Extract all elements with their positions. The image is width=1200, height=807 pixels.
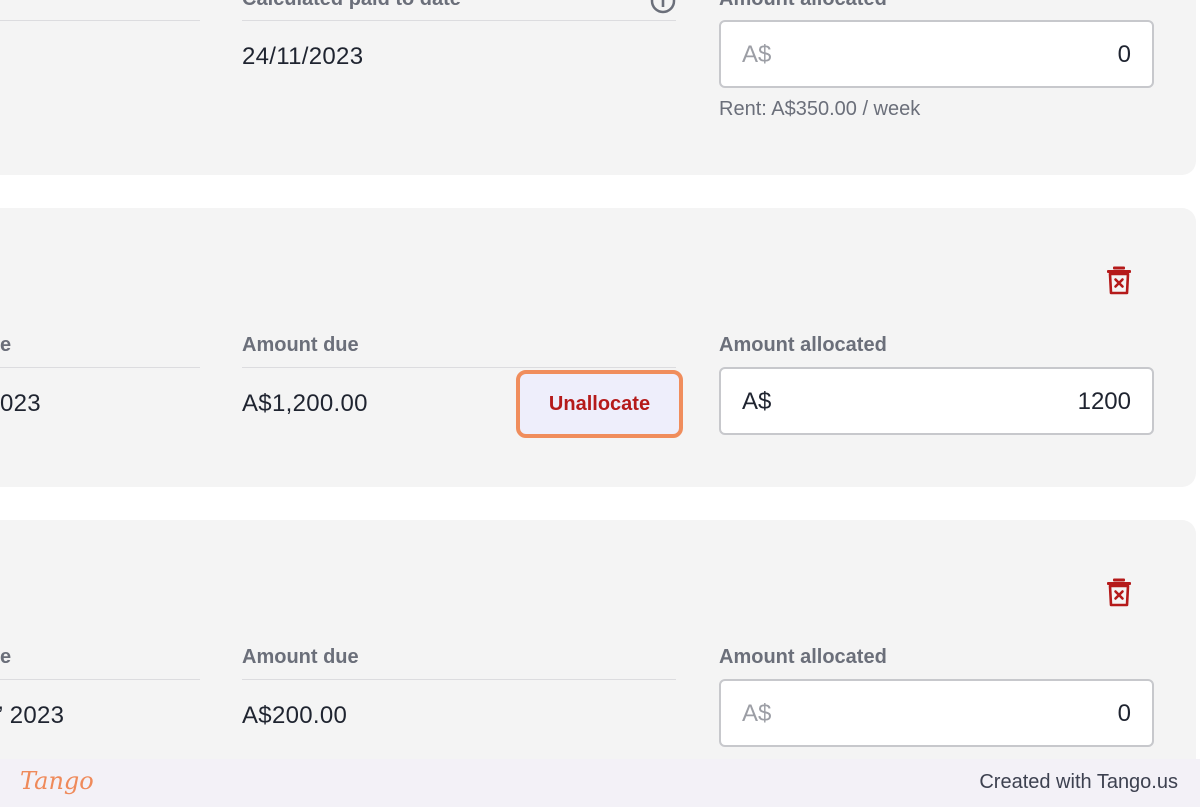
column-label-fragment: e (0, 646, 12, 668)
left-divider (0, 20, 200, 21)
delete-trash-icon[interactable] (1106, 265, 1132, 295)
paid-to-date-value: 24/11/2023 (242, 43, 364, 70)
currency-prefix: A$ (742, 700, 772, 727)
amount-allocated-input-3[interactable]: A$ 0 (719, 679, 1154, 747)
currency-prefix: A$ (742, 388, 772, 415)
paid-to-date-divider (242, 20, 676, 21)
tango-footer: Tango Created with Tango.us (0, 759, 1200, 807)
date-value-fragment: 023 (0, 390, 41, 417)
column-label-fragment: e (0, 334, 12, 356)
currency-prefix: A$ (742, 41, 772, 68)
tango-logo: Tango (20, 767, 94, 795)
amount-allocated-label-1: Amount allocated (719, 0, 887, 11)
amount-due-label: Amount due (242, 646, 359, 668)
amount-allocated-input-1[interactable]: A$ 0 (719, 20, 1154, 88)
left-divider (0, 679, 200, 680)
amount-due-label: Amount due (242, 334, 359, 356)
unallocate-button[interactable]: Unallocate (516, 370, 683, 438)
info-icon[interactable] (650, 0, 676, 14)
date-value-fragment: ’ 2023 (0, 702, 65, 729)
amount-allocated-label-3: Amount allocated (719, 646, 887, 668)
amount-allocated-input-2[interactable]: A$ 1200 (719, 367, 1154, 435)
allocation-card-2 (0, 208, 1196, 487)
delete-trash-icon[interactable] (1106, 577, 1132, 607)
paid-to-date-label: Calculated paid to date (242, 0, 461, 11)
allocated-amount-value: 0 (1117, 41, 1131, 68)
amount-due-divider (242, 679, 676, 680)
amount-due-value: A$200.00 (242, 702, 348, 729)
amount-due-value: A$1,200.00 (242, 390, 368, 417)
amount-due-divider (242, 367, 676, 368)
left-divider (0, 367, 200, 368)
rent-hint: Rent: A$350.00 / week (719, 98, 921, 120)
created-with-credit: Created with Tango.us (979, 771, 1178, 793)
allocated-amount-value: 1200 (1077, 388, 1131, 415)
amount-allocated-label-2: Amount allocated (719, 334, 887, 356)
allocated-amount-value: 0 (1117, 700, 1131, 727)
